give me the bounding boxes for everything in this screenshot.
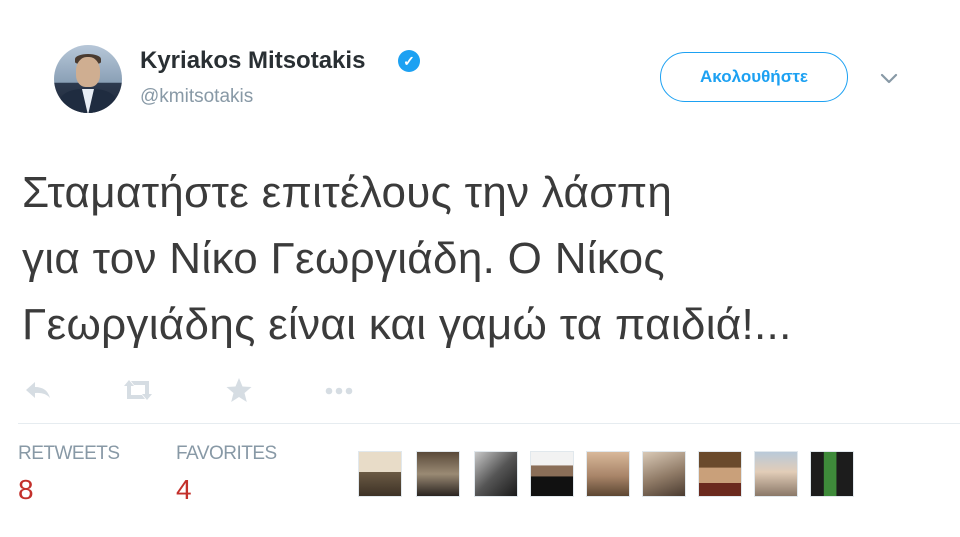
- follow-button[interactable]: Ακολουθήστε: [660, 52, 848, 102]
- profile-avatar[interactable]: [54, 45, 122, 113]
- retweet-icon[interactable]: [120, 376, 156, 404]
- retweets-label[interactable]: RETWEETS: [18, 443, 120, 465]
- favoriter-avatar[interactable]: [810, 451, 854, 497]
- chevron-down-icon[interactable]: [877, 66, 901, 90]
- favorites-count[interactable]: 4: [176, 474, 192, 506]
- tweet-actions-bar: [0, 370, 960, 410]
- favoriter-avatar[interactable]: [416, 451, 460, 497]
- favoriter-avatar[interactable]: [642, 451, 686, 497]
- display-name[interactable]: Kyriakos Mitsotakis: [140, 47, 365, 75]
- favoriter-avatar[interactable]: [530, 451, 574, 497]
- stats-divider: [18, 423, 960, 424]
- favoriter-avatar[interactable]: [358, 451, 402, 497]
- favoriter-avatar[interactable]: [474, 451, 518, 497]
- favorites-label[interactable]: FAVORITES: [176, 443, 277, 465]
- retweets-count[interactable]: 8: [18, 474, 34, 506]
- favoriter-avatar[interactable]: [698, 451, 742, 497]
- more-dots-icon[interactable]: [321, 376, 357, 404]
- verified-badge-icon: ✓: [398, 50, 420, 72]
- favoriter-avatar[interactable]: [586, 451, 630, 497]
- avatar-face: [76, 57, 100, 87]
- tweet-text: Σταματήστε επιτέλους την λάσπη για τον Ν…: [22, 168, 792, 349]
- reply-icon[interactable]: [20, 376, 56, 404]
- favoriter-avatar[interactable]: [754, 451, 798, 497]
- user-handle[interactable]: @kmitsotakis: [140, 86, 253, 108]
- favorite-star-icon[interactable]: [221, 376, 257, 404]
